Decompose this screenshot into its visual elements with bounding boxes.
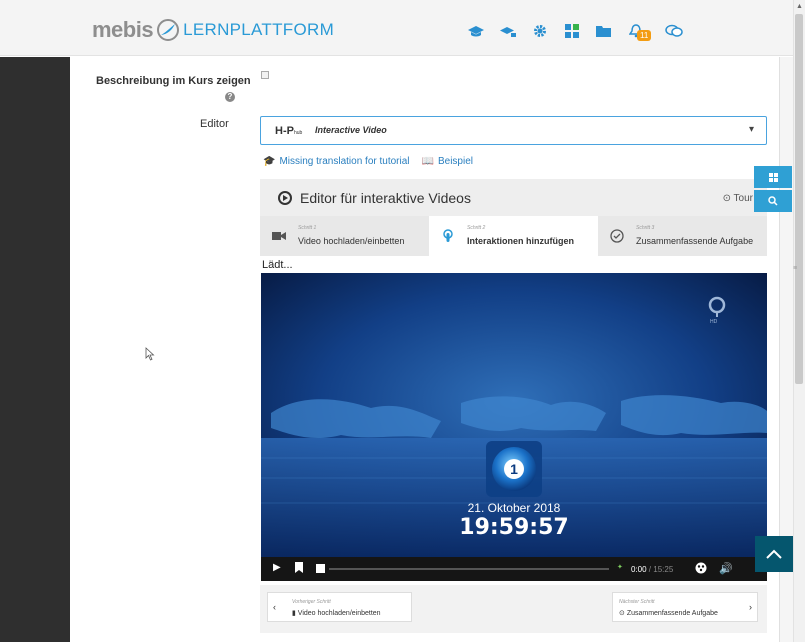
play-circle-icon xyxy=(278,191,292,205)
interaction-marker-icon[interactable] xyxy=(316,564,325,576)
video-date: 21. Oktober 2018 xyxy=(467,501,561,515)
grid-icon xyxy=(768,172,778,182)
quality-icon[interactable] xyxy=(694,562,708,577)
mouse-cursor-icon xyxy=(145,347,155,361)
help-question-icon[interactable]: ? xyxy=(225,92,235,102)
search-button[interactable] xyxy=(754,190,792,212)
video-controls: ▶ ✦ 0:00 / 15:25 🔊 xyxy=(261,557,767,581)
chat-icon[interactable] xyxy=(665,22,683,40)
book-icon: 📖 xyxy=(421,156,434,167)
tutorial-link[interactable]: 🎓 Missing translation for tutorial xyxy=(263,156,410,167)
tour-button[interactable]: ⊙ Tour xyxy=(723,193,753,204)
scroll-up-arrow-icon[interactable]: ▲ xyxy=(796,3,803,10)
bookmark-icon[interactable] xyxy=(295,562,303,576)
logo-text: mebis xyxy=(92,17,154,42)
channel-hd-badge: HD xyxy=(710,319,718,325)
top-navbar: mebis LERNPLATTFORM 11 xyxy=(0,0,793,56)
notification-badge: 11 xyxy=(637,30,652,41)
folder-icon[interactable] xyxy=(595,22,613,40)
editor-title: Editor für interaktive Videos xyxy=(300,190,471,206)
video-player[interactable]: 1 HD 21. Oktober 2018 19:59:57 xyxy=(261,273,767,557)
editor-steps: Schritt 1 Video hochladen/einbetten Schr… xyxy=(260,216,767,256)
svg-text:1: 1 xyxy=(510,461,518,477)
step-upload-video[interactable]: Schritt 1 Video hochladen/einbetten xyxy=(260,216,429,256)
step-navigation: ‹ Vorheriger Schritt ▮ Video hochladen/e… xyxy=(260,585,767,633)
h5p-logo: H-Phub xyxy=(275,125,303,137)
check-circle-icon xyxy=(610,229,624,243)
touch-hand-icon xyxy=(443,229,453,242)
show-description-label: Beschreibung im Kurs zeigen xyxy=(96,75,251,87)
video-camera-icon xyxy=(272,232,286,240)
step-add-interactions[interactable]: Schritt 2 Interaktionen hinzufügen xyxy=(429,216,598,256)
progress-end-marker-icon: ✦ xyxy=(617,564,623,571)
editor-header: Editor für interaktive Videos ⊙ Tour xyxy=(260,179,767,216)
content-type-value: Interactive Video xyxy=(315,125,387,135)
search-icon xyxy=(768,196,778,206)
logo-suffix: LERNPLATTFORM xyxy=(183,20,335,39)
graduation-cap-icon[interactable] xyxy=(467,22,485,40)
chevron-left-icon: ‹ xyxy=(273,602,276,612)
example-link[interactable]: 📖 Beispiel xyxy=(422,156,473,167)
chevron-down-icon: ▾ xyxy=(748,124,754,135)
content-type-select[interactable]: H-Phub Interactive Video ▾ xyxy=(260,116,767,145)
play-icon[interactable]: ▶ xyxy=(273,562,281,573)
video-progress-bar[interactable] xyxy=(329,568,609,570)
dashboard-tiles-icon[interactable] xyxy=(563,22,581,40)
editor-label: Editor xyxy=(200,118,229,130)
bell-icon[interactable]: 11 xyxy=(627,22,652,41)
video-clock: 19:59:57 xyxy=(459,515,569,540)
chevron-right-icon: › xyxy=(749,602,752,612)
next-step-button[interactable]: Nächster Schritt ⊙ Zusammenfassende Aufg… xyxy=(612,592,758,622)
video-time: 0:00 / 15:25 xyxy=(631,565,674,574)
course-icon[interactable] xyxy=(499,22,517,40)
volume-icon[interactable]: 🔊 xyxy=(719,562,733,575)
blocks-toggle-button[interactable] xyxy=(754,166,792,188)
left-sidebar xyxy=(0,57,70,642)
mebis-logo[interactable]: mebis LERNPLATTFORM xyxy=(92,16,334,44)
graduation-cap-icon: 🎓 xyxy=(263,156,276,167)
loading-text: Lädt... xyxy=(262,259,293,271)
chevron-up-icon xyxy=(766,549,782,559)
step-summary-task[interactable]: Schritt 3 Zusammenfassende Aufgabe xyxy=(598,216,767,256)
show-description-checkbox[interactable] xyxy=(261,71,269,79)
back-to-top-button[interactable] xyxy=(755,536,793,572)
scrollbar-thumb[interactable] xyxy=(795,14,803,384)
scroll-grip-icon: ≡ xyxy=(793,265,798,272)
gear-icon[interactable] xyxy=(531,22,549,40)
header-icon-bar: 11 xyxy=(467,22,683,41)
logo-swoosh-icon xyxy=(157,19,180,41)
helper-links: 🎓 Missing translation for tutorial 📖 Beisp… xyxy=(263,156,473,167)
previous-step-button[interactable]: ‹ Vorheriger Schritt ▮ Video hochladen/e… xyxy=(267,592,412,622)
